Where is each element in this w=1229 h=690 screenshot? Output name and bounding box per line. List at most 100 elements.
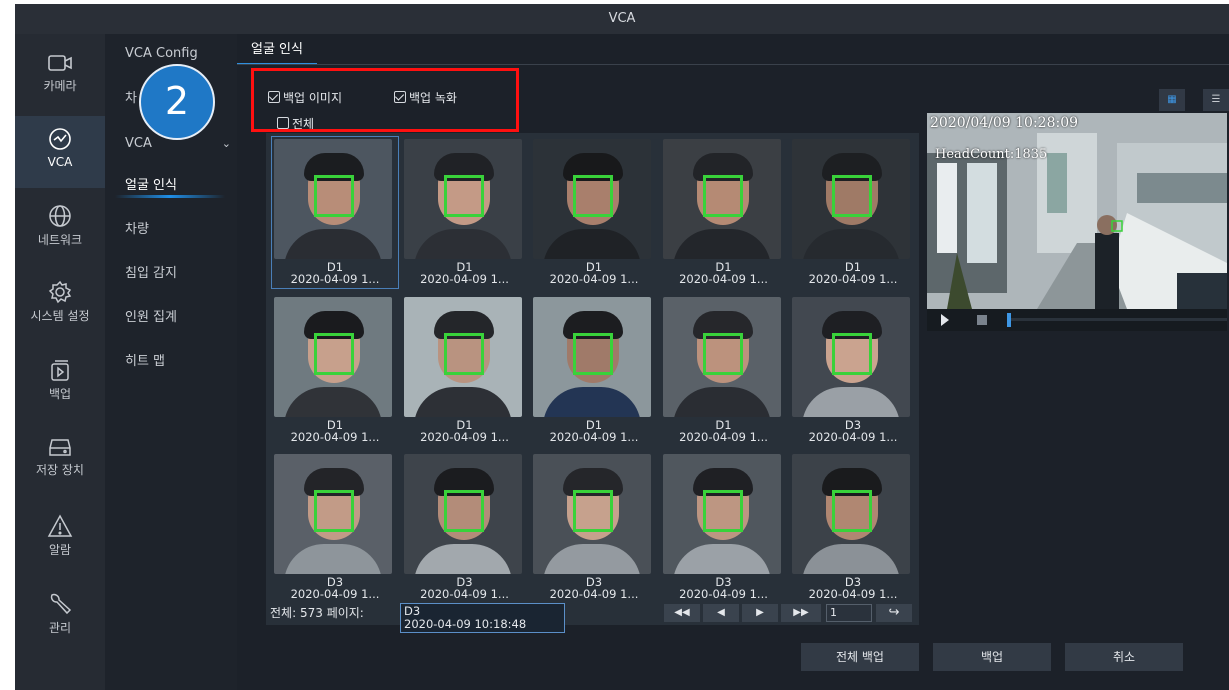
thumbnail-time: 2020-04-09 1... <box>808 587 898 600</box>
face-detection-box <box>702 332 743 375</box>
nav-system-settings[interactable]: 시스템 설정 <box>15 270 105 342</box>
face-detection-box <box>573 175 613 217</box>
thumbnail-caption: D1 2020-04-09 1... <box>790 261 916 285</box>
tab-face-recognition[interactable]: 얼굴 인식 <box>237 41 317 65</box>
face-thumbnail[interactable]: D1 2020-04-09 1... <box>531 295 657 446</box>
list-view-icon: ☰ <box>1211 94 1221 105</box>
menu-people-count[interactable]: 인원 집계 <box>105 298 237 338</box>
thumbnail-time: 2020-04-09 1... <box>808 272 898 285</box>
step-badge: 2 <box>139 64 215 140</box>
chevron-down-icon: ⌄ <box>221 137 231 150</box>
total-count: 573 <box>299 606 323 620</box>
thumbnail-channel: D1 <box>456 418 473 432</box>
thumbnail-time: 2020-04-09 1... <box>549 272 639 285</box>
face-detection-box <box>314 175 354 217</box>
face-thumbnail[interactable]: D3 2020-04-09 1... <box>531 452 657 603</box>
menu-vehicle[interactable]: 차량 <box>105 210 237 250</box>
face-thumbnail[interactable]: D3 2020-04-09 1... <box>661 452 787 603</box>
preview-video[interactable]: 2020/04/09 10:28:09 HeadCount:1835 <box>927 113 1227 309</box>
face-detection-box <box>702 490 743 532</box>
nav-camera-label: 카메라 <box>43 79 77 93</box>
first-page-button[interactable]: ◀◀ <box>664 604 700 622</box>
grid-view-icon: ▦ <box>1167 94 1177 105</box>
last-page-button[interactable]: ▶▶ <box>781 604 821 622</box>
face-thumbnail[interactable]: D1 2020-04-09 1... <box>661 137 787 288</box>
face-snapshot <box>274 454 392 574</box>
backup-icon <box>51 360 69 381</box>
face-thumbnail[interactable]: D1 2020-04-09 1... <box>661 295 787 446</box>
prev-page-icon: ◀ <box>717 607 725 618</box>
playback-bar <box>941 313 1227 327</box>
face-thumbnail[interactable]: D3 2020-04-09 1... <box>402 452 528 603</box>
thumbnail-time: 2020-04-09 1... <box>808 429 898 443</box>
page-number-input[interactable]: 1 <box>826 604 872 622</box>
nav-camera[interactable]: 카메라 <box>15 42 105 114</box>
face-detection-box <box>702 175 743 217</box>
backup-all-button[interactable]: 전체 백업 <box>801 643 919 671</box>
nav-vca[interactable]: VCA <box>15 116 105 188</box>
gear-icon <box>48 280 72 304</box>
face-thumbnail[interactable]: D1 2020-04-09 1... <box>272 295 398 446</box>
thumbnail-caption: D1 2020-04-09 1... <box>402 419 528 443</box>
playback-controls <box>927 309 1227 331</box>
play-icon <box>941 314 949 326</box>
alarm-icon <box>47 514 73 537</box>
menu-intrusion[interactable]: 침입 감지 <box>105 254 237 294</box>
nav-backup[interactable]: 백업 <box>15 348 105 420</box>
face-thumbnail[interactable]: D1 2020-04-09 1... <box>271 136 399 289</box>
thumbnail-time: 2020-04-09 1... <box>420 587 509 600</box>
menu-heatmap[interactable]: 히트 맵 <box>105 342 237 382</box>
face-detection-box <box>832 175 872 217</box>
nav-storage[interactable]: 저장 장치 <box>15 426 105 498</box>
thumbnail-time: 2020-04-09 1... <box>679 587 768 600</box>
prev-page-button[interactable]: ◀ <box>703 604 739 622</box>
result-status: 전체: 573 페이지: <box>270 604 364 621</box>
face-detection-box <box>314 332 354 375</box>
tooltip-time: 2020-04-09 10:18:48 <box>404 617 527 631</box>
menu-face-recognition[interactable]: 얼굴 인식 <box>105 166 237 206</box>
main-icon-bar: 카메라 VCA 네트워크 시스템 설정 백업 저장 장치 알람 관리 <box>15 34 105 690</box>
thumbnail-time: 2020-04-09 1... <box>420 429 509 443</box>
thumbnail-grid: D1 2020-04-09 1... D1 2020-04-09 1... D1 2020… <box>266 133 919 625</box>
face-thumbnail[interactable]: D3 2020-04-09 1... <box>790 295 916 446</box>
thumbnail-caption: D1 2020-04-09 1... <box>272 419 398 443</box>
page-label: 페이지: <box>326 606 364 620</box>
thumbnail-time: 2020-04-09 1... <box>290 272 380 285</box>
face-thumbnail[interactable]: D1 2020-04-09 1... <box>402 137 528 288</box>
face-thumbnail[interactable]: D3 2020-04-09 1... <box>790 452 916 603</box>
thumbnail-tooltip: D3 2020-04-09 10:18:48 <box>400 603 565 633</box>
nav-network[interactable]: 네트워크 <box>15 194 105 266</box>
thumbnail-time: 2020-04-09 1... <box>290 587 380 600</box>
face-detection-box <box>832 490 872 532</box>
backup-button[interactable]: 백업 <box>933 643 1051 671</box>
thumbnail-channel: D1 <box>715 418 732 432</box>
thumbnail-caption: D3 2020-04-09 1... <box>790 419 916 443</box>
last-page-icon: ▶▶ <box>793 607 809 618</box>
thumbnail-caption: D3 2020-04-09 1... <box>402 576 528 600</box>
grid-view-button[interactable]: ▦ <box>1159 89 1185 111</box>
first-page-icon: ◀◀ <box>674 607 690 618</box>
face-thumbnail[interactable]: D1 2020-04-09 1... <box>790 137 916 288</box>
thumbnail-channel: D1 <box>585 418 603 432</box>
nav-alarm[interactable]: 알람 <box>15 504 105 576</box>
vca-icon <box>49 128 71 150</box>
face-detection-box <box>314 490 354 532</box>
stop-icon <box>977 315 987 325</box>
thumbnail-channel: D1 <box>326 418 344 432</box>
face-snapshot <box>533 296 651 417</box>
nav-management[interactable]: 관리 <box>15 582 105 654</box>
list-view-button[interactable]: ☰ <box>1203 89 1229 111</box>
go-page-button[interactable]: ↪ <box>876 604 912 622</box>
thumbnail-caption: D1 2020-04-09 1... <box>661 419 787 443</box>
thumbnail-time: 2020-04-09 1... <box>679 429 768 443</box>
nav-alarm-label: 알람 <box>48 543 72 557</box>
face-thumbnail[interactable]: D3 2020-04-09 1... <box>272 452 398 603</box>
face-thumbnail[interactable]: D1 2020-04-09 1... <box>531 137 657 288</box>
cancel-button[interactable]: 취소 <box>1065 643 1183 671</box>
next-page-button[interactable]: ▶ <box>742 604 778 622</box>
nav-management-label: 관리 <box>48 621 72 635</box>
globe-icon <box>49 205 71 227</box>
thumbnail-caption: D1 2020-04-09 1... <box>531 419 657 443</box>
face-thumbnail[interactable]: D1 2020-04-09 1... <box>402 295 528 446</box>
thumbnail-caption: D1 2020-04-09 1... <box>402 261 528 285</box>
